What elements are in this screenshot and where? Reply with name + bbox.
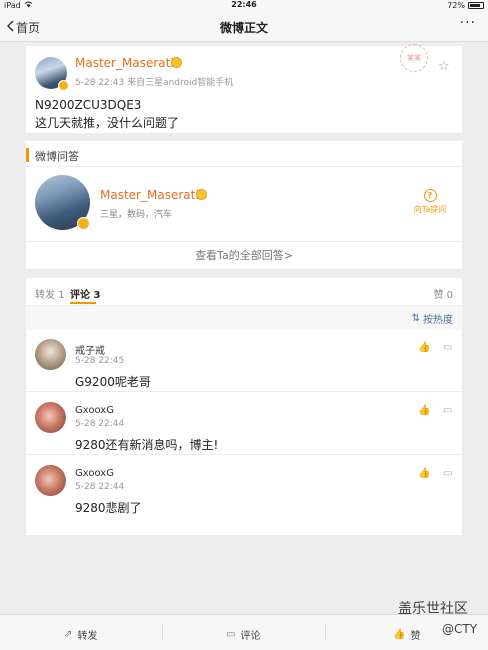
- qa-avatar[interactable]: [35, 175, 90, 230]
- commenter-avatar[interactable]: [35, 339, 66, 370]
- question-icon: ?: [423, 189, 437, 202]
- stamp-icon: 某某: [400, 44, 428, 72]
- comment-label: 评论: [240, 631, 261, 642]
- reply-icon[interactable]: ▭: [443, 342, 452, 353]
- watermark-handle: @CTY: [442, 622, 478, 636]
- qa-accent-bar: [26, 148, 29, 162]
- nav-bar: 首页 微博正文 ···: [0, 12, 488, 42]
- sort-icon: ⇅: [411, 313, 420, 324]
- divider: [325, 625, 326, 639]
- verified-badge-icon: [58, 80, 69, 91]
- reply-icon[interactable]: ▭: [443, 405, 452, 416]
- comment-tabs: 转发 1 评论 3 赞 0: [26, 278, 462, 306]
- battery-icon: [468, 2, 484, 9]
- sort-by-hot-button[interactable]: ⇅ 按热度: [412, 311, 453, 326]
- commenter-avatar[interactable]: [35, 402, 66, 433]
- status-bar: iPad 22:46 72%: [0, 0, 488, 12]
- post-card: Master_Maserati 5-28 22:43 来自三星android智能…: [26, 44, 462, 133]
- medal-icon: [171, 57, 182, 68]
- sort-bar: ⇅ 按热度: [26, 306, 462, 330]
- favorite-star-icon[interactable]: ☆: [438, 59, 450, 74]
- author-avatar[interactable]: [35, 57, 69, 91]
- commenter-name[interactable]: GxooxG: [75, 405, 114, 416]
- comment-time: 5-28 22:44: [75, 482, 125, 492]
- comment-time: 5-28 22:45: [75, 356, 125, 366]
- comment-item: 戒子戒 5-28 22:45 G9200呢老哥 👍 ▭: [26, 330, 462, 392]
- status-right: 72%: [447, 1, 484, 10]
- comment-button[interactable]: ▭ 评论: [226, 627, 260, 642]
- post-text-line1: N9200ZCU3DQE3: [35, 98, 142, 112]
- tab-like[interactable]: 赞 0: [433, 286, 453, 301]
- comment-text: 9280悲剧了: [75, 501, 142, 515]
- page-title: 微博正文: [219, 21, 268, 35]
- view-all-answers-link[interactable]: 查看Ta的全部回答>: [26, 241, 462, 269]
- qa-name[interactable]: Master_Maserati: [100, 188, 199, 202]
- author-name[interactable]: Master_Maserati: [75, 56, 174, 70]
- comment-icon: ▭: [226, 629, 236, 640]
- verified-badge-icon: [77, 217, 90, 230]
- repost-label: 转发: [77, 631, 98, 642]
- comments-card: 转发 1 评论 3 赞 0 ⇅ 按热度 戒子戒 5-28 22:45 G9200…: [26, 278, 462, 535]
- like-button[interactable]: 👍 赞: [393, 627, 420, 642]
- comment-text: 9280还有新消息吗，博主!: [75, 438, 219, 452]
- comment-text: G9200呢老哥: [75, 375, 151, 389]
- tab-repost[interactable]: 转发 1: [35, 286, 65, 301]
- qa-tags: 三星，数码，汽车: [100, 210, 173, 220]
- active-tab-indicator: [70, 302, 96, 304]
- battery-percent: 72%: [447, 1, 465, 10]
- comment-time: 5-28 22:44: [75, 419, 125, 429]
- commenter-name[interactable]: 戒子戒: [75, 342, 105, 357]
- bottom-action-bar: ⇗ 转发 ▭ 评论 👍 赞: [0, 614, 488, 650]
- ask-question-button[interactable]: ? 向Ta提问: [410, 189, 450, 215]
- ask-label: 向Ta提问: [413, 205, 447, 214]
- repost-button[interactable]: ⇗ 转发: [64, 627, 97, 642]
- repost-icon: ⇗: [64, 629, 73, 640]
- thumbs-up-icon[interactable]: 👍: [418, 405, 430, 416]
- comment-item: GxooxG 5-28 22:44 9280还有新消息吗，博主! 👍 ▭: [26, 393, 462, 455]
- comment-item: GxooxG 5-28 22:44 9280悲剧了 👍 ▭: [26, 456, 462, 518]
- like-label: 赞: [410, 631, 421, 642]
- qa-header: 微博问答: [26, 145, 462, 167]
- divider: [162, 625, 163, 639]
- commenter-name[interactable]: GxooxG: [75, 468, 114, 479]
- status-time: 22:46: [231, 0, 257, 9]
- thumbs-up-icon: 👍: [393, 629, 406, 640]
- medal-icon: [196, 189, 207, 200]
- commenter-avatar[interactable]: [35, 465, 66, 496]
- sort-label: 按热度: [423, 315, 453, 326]
- more-options-button[interactable]: ···: [460, 15, 476, 31]
- post-text-line2: 这几天就推，没什么问题了: [35, 116, 180, 130]
- thumbs-up-icon[interactable]: 👍: [418, 342, 430, 353]
- thumbs-up-icon[interactable]: 👍: [418, 468, 430, 479]
- qa-header-label: 微博问答: [35, 150, 79, 163]
- tab-comment[interactable]: 评论 3: [70, 286, 100, 301]
- reply-icon[interactable]: ▭: [443, 468, 452, 479]
- qa-card: 微博问答 Master_Maserati 三星，数码，汽车 ? 向Ta提问 查看…: [26, 141, 462, 269]
- post-meta: 5-28 22:43 来自三星android智能手机: [75, 78, 234, 88]
